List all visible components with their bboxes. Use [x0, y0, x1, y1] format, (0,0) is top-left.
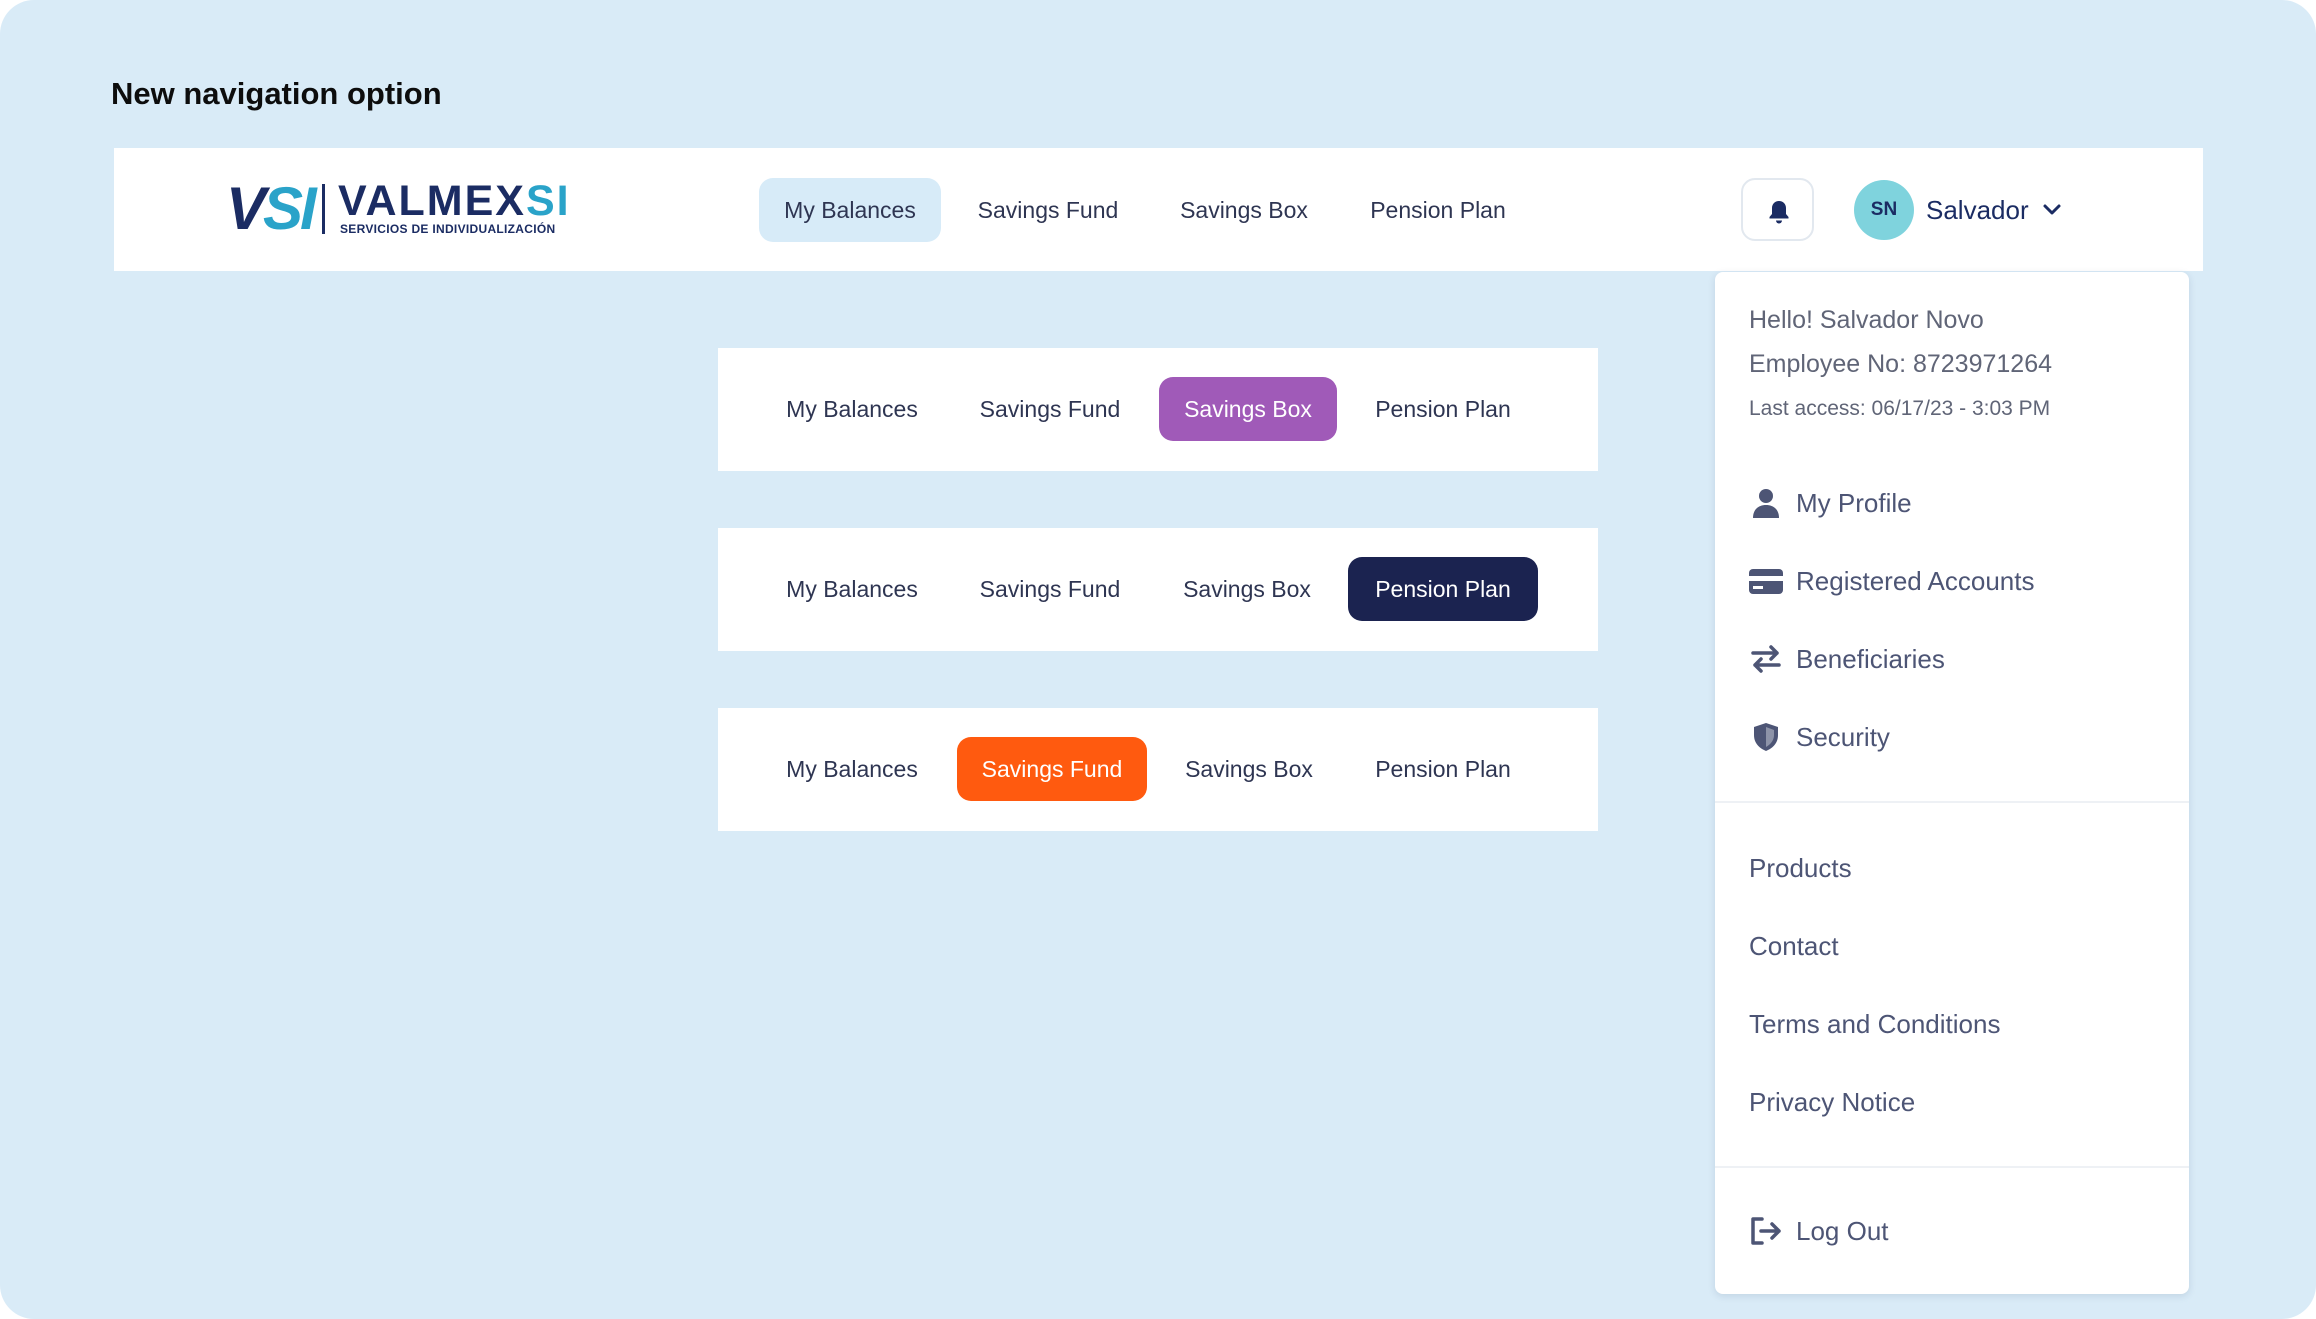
variant1-my-balances[interactable]: My Balances	[762, 377, 942, 441]
greeting: Hello! Salvador Novo	[1749, 306, 1984, 334]
menu-terms-and-conditions[interactable]: Terms and Conditions	[1749, 1004, 2000, 1044]
employee-number: Employee No: 8723971264	[1749, 350, 2053, 378]
vsi-logo-mark: VSI	[226, 175, 317, 242]
menu-divider	[1715, 1166, 2189, 1168]
variant1-pension-plan[interactable]: Pension Plan	[1356, 377, 1530, 441]
logout-label: Log Out	[1796, 1216, 1889, 1246]
nav-savings-box[interactable]: Savings Box	[1160, 178, 1328, 242]
menu-security-label: Security	[1796, 722, 1890, 752]
menu-contact[interactable]: Contact	[1749, 926, 1839, 966]
nav-pension-plan[interactable]: Pension Plan	[1352, 178, 1524, 242]
nav-my-balances[interactable]: My Balances	[759, 178, 941, 242]
variant1-savings-box[interactable]: Savings Box	[1159, 377, 1337, 441]
variant2-pension-plan[interactable]: Pension Plan	[1348, 557, 1538, 621]
valmexsi-logo[interactable]: VSI VALMEXSI SERVICIOS DE INDIVIDUALIZAC…	[226, 175, 569, 242]
notifications-button[interactable]	[1741, 178, 1814, 241]
last-access: Last access: 06/17/23 - 3:03 PM	[1749, 397, 2051, 420]
bell-icon	[1769, 201, 1789, 224]
logo-wordmark: VALMEXSI	[338, 177, 571, 225]
canvas: New navigation option VSI VALMEXSI SERVI…	[0, 0, 2316, 1319]
shield-icon	[1754, 723, 1778, 751]
nav-savings-fund[interactable]: Savings Fund	[960, 178, 1136, 242]
menu-my-profile-label: My Profile	[1796, 488, 1912, 518]
menu-beneficiaries-label: Beneficiaries	[1796, 644, 1945, 674]
variant2-savings-fund[interactable]: Savings Fund	[962, 557, 1138, 621]
credit-card-icon	[1749, 569, 1783, 594]
user-dropdown-menu: Hello! Salvador Novo Employee No: 872397…	[1715, 272, 2189, 1294]
variant2-savings-box[interactable]: Savings Box	[1162, 557, 1332, 621]
variant3-savings-box[interactable]: Savings Box	[1164, 737, 1334, 801]
logout-icon	[1751, 1217, 1781, 1245]
variant3-pension-plan[interactable]: Pension Plan	[1356, 737, 1530, 801]
logo-divider	[322, 184, 325, 234]
menu-divider	[1715, 801, 2189, 803]
variant3-my-balances[interactable]: My Balances	[762, 737, 942, 801]
menu-registered-accounts-label: Registered Accounts	[1796, 566, 2035, 596]
avatar[interactable]: SN	[1854, 180, 1914, 240]
variant1-savings-fund[interactable]: Savings Fund	[962, 377, 1138, 441]
menu-products[interactable]: Products	[1749, 848, 1852, 888]
chevron-down-icon[interactable]	[2042, 200, 2062, 220]
user-name[interactable]: Salvador	[1926, 190, 2029, 230]
swap-arrows-icon	[1751, 645, 1781, 673]
menu-privacy-notice[interactable]: Privacy Notice	[1749, 1082, 1915, 1122]
logo-tagline: SERVICIOS DE INDIVIDUALIZACIÓN	[340, 222, 556, 236]
page-heading: New navigation option	[111, 76, 442, 111]
variant2-my-balances[interactable]: My Balances	[762, 557, 942, 621]
variant3-savings-fund[interactable]: Savings Fund	[957, 737, 1147, 801]
person-icon	[1753, 489, 1779, 518]
